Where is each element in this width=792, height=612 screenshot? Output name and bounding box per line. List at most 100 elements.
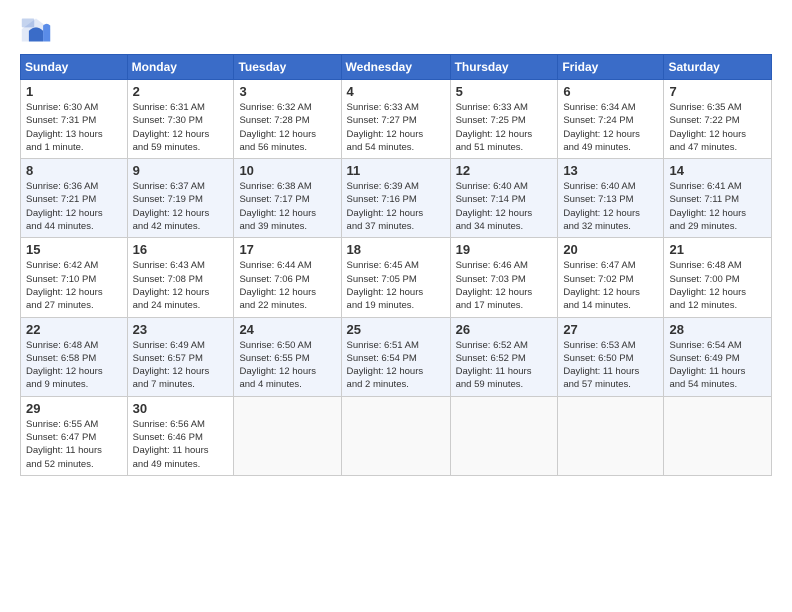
calendar-cell: 7 Sunrise: 6:35 AMSunset: 7:22 PMDaylight… bbox=[664, 80, 772, 159]
calendar-table: SundayMondayTuesdayWednesdayThursdayFrid… bbox=[20, 54, 772, 476]
day-number: 4 bbox=[347, 84, 445, 99]
calendar-cell: 20 Sunrise: 6:47 AMSunset: 7:02 PMDayligh… bbox=[558, 238, 664, 317]
day-number: 25 bbox=[347, 322, 445, 337]
day-info: Sunrise: 6:55 AMSunset: 6:47 PMDaylight:… bbox=[26, 418, 122, 471]
week-row-2: 8Sunrise: 6:36 AMSunset: 7:21 PMDaylight… bbox=[21, 159, 772, 238]
day-info: Sunrise: 6:46 AMSunset: 7:03 PMDaylight:… bbox=[456, 259, 553, 312]
calendar-cell: 19 Sunrise: 6:46 AMSunset: 7:03 PMDayligh… bbox=[450, 238, 558, 317]
day-info: Sunrise: 6:37 AMSunset: 7:19 PMDaylight:… bbox=[133, 180, 229, 233]
day-info: Sunrise: 6:50 AMSunset: 6:55 PMDaylight:… bbox=[239, 339, 335, 392]
day-info: Sunrise: 6:45 AMSunset: 7:05 PMDaylight:… bbox=[347, 259, 445, 312]
day-info: Sunrise: 6:53 AMSunset: 6:50 PMDaylight:… bbox=[563, 339, 658, 392]
weekday-header-friday: Friday bbox=[558, 55, 664, 80]
calendar-cell: 25 Sunrise: 6:51 AMSunset: 6:54 PMDayligh… bbox=[341, 317, 450, 396]
day-number: 28 bbox=[669, 322, 766, 337]
calendar-cell: 29 Sunrise: 6:55 AMSunset: 6:47 PMDayligh… bbox=[21, 396, 128, 475]
day-number: 22 bbox=[26, 322, 122, 337]
day-info: Sunrise: 6:48 AMSunset: 7:00 PMDaylight:… bbox=[669, 259, 766, 312]
calendar-cell: 28Sunrise: 6:54 AMSunset: 6:49 PMDayligh… bbox=[664, 317, 772, 396]
weekday-header-wednesday: Wednesday bbox=[341, 55, 450, 80]
day-info: Sunrise: 6:48 AMSunset: 6:58 PMDaylight:… bbox=[26, 339, 122, 392]
calendar-cell: 11Sunrise: 6:39 AMSunset: 7:16 PMDayligh… bbox=[341, 159, 450, 238]
calendar-cell: 30Sunrise: 6:56 AMSunset: 6:46 PMDayligh… bbox=[127, 396, 234, 475]
day-info: Sunrise: 6:41 AMSunset: 7:11 PMDaylight:… bbox=[669, 180, 766, 233]
day-number: 26 bbox=[456, 322, 553, 337]
day-number: 9 bbox=[133, 163, 229, 178]
day-info: Sunrise: 6:33 AMSunset: 7:27 PMDaylight:… bbox=[347, 101, 445, 154]
calendar-cell: 26 Sunrise: 6:52 AMSunset: 6:52 PMDayligh… bbox=[450, 317, 558, 396]
day-number: 30 bbox=[133, 401, 229, 416]
day-info: Sunrise: 6:31 AMSunset: 7:30 PMDaylight:… bbox=[133, 101, 229, 154]
calendar-cell: 24 Sunrise: 6:50 AMSunset: 6:55 PMDayligh… bbox=[234, 317, 341, 396]
day-number: 8 bbox=[26, 163, 122, 178]
day-number: 2 bbox=[133, 84, 229, 99]
week-row-5: 29 Sunrise: 6:55 AMSunset: 6:47 PMDayligh… bbox=[21, 396, 772, 475]
calendar-cell bbox=[234, 396, 341, 475]
day-number: 16 bbox=[133, 242, 229, 257]
calendar-cell: 3 Sunrise: 6:32 AMSunset: 7:28 PMDaylight… bbox=[234, 80, 341, 159]
weekday-header-thursday: Thursday bbox=[450, 55, 558, 80]
day-info: Sunrise: 6:38 AMSunset: 7:17 PMDaylight:… bbox=[239, 180, 335, 233]
calendar-cell: 4 Sunrise: 6:33 AMSunset: 7:27 PMDaylight… bbox=[341, 80, 450, 159]
logo-icon bbox=[20, 16, 52, 44]
day-number: 17 bbox=[239, 242, 335, 257]
day-number: 7 bbox=[669, 84, 766, 99]
calendar-cell bbox=[450, 396, 558, 475]
calendar-cell: 1 Sunrise: 6:30 AMSunset: 7:31 PMDaylight… bbox=[21, 80, 128, 159]
calendar-cell: 9 Sunrise: 6:37 AMSunset: 7:19 PMDaylight… bbox=[127, 159, 234, 238]
day-number: 14 bbox=[669, 163, 766, 178]
calendar-cell: 12 Sunrise: 6:40 AMSunset: 7:14 PMDayligh… bbox=[450, 159, 558, 238]
day-info: Sunrise: 6:52 AMSunset: 6:52 PMDaylight:… bbox=[456, 339, 553, 392]
day-number: 19 bbox=[456, 242, 553, 257]
day-info: Sunrise: 6:42 AMSunset: 7:10 PMDaylight:… bbox=[26, 259, 122, 312]
day-info: Sunrise: 6:40 AMSunset: 7:13 PMDaylight:… bbox=[563, 180, 658, 233]
weekday-header-sunday: Sunday bbox=[21, 55, 128, 80]
day-number: 13 bbox=[563, 163, 658, 178]
calendar-cell: 13 Sunrise: 6:40 AMSunset: 7:13 PMDayligh… bbox=[558, 159, 664, 238]
weekday-header-tuesday: Tuesday bbox=[234, 55, 341, 80]
day-number: 3 bbox=[239, 84, 335, 99]
calendar-cell: 8Sunrise: 6:36 AMSunset: 7:21 PMDaylight… bbox=[21, 159, 128, 238]
calendar-cell: 21Sunrise: 6:48 AMSunset: 7:00 PMDayligh… bbox=[664, 238, 772, 317]
day-info: Sunrise: 6:43 AMSunset: 7:08 PMDaylight:… bbox=[133, 259, 229, 312]
calendar-cell bbox=[664, 396, 772, 475]
calendar-cell: 15Sunrise: 6:42 AMSunset: 7:10 PMDayligh… bbox=[21, 238, 128, 317]
week-row-1: 1 Sunrise: 6:30 AMSunset: 7:31 PMDaylight… bbox=[21, 80, 772, 159]
logo bbox=[20, 16, 56, 44]
day-info: Sunrise: 6:33 AMSunset: 7:25 PMDaylight:… bbox=[456, 101, 553, 154]
calendar-cell bbox=[558, 396, 664, 475]
page: SundayMondayTuesdayWednesdayThursdayFrid… bbox=[0, 0, 792, 612]
calendar-cell: 10Sunrise: 6:38 AMSunset: 7:17 PMDayligh… bbox=[234, 159, 341, 238]
weekday-header-saturday: Saturday bbox=[664, 55, 772, 80]
day-number: 27 bbox=[563, 322, 658, 337]
day-info: Sunrise: 6:47 AMSunset: 7:02 PMDaylight:… bbox=[563, 259, 658, 312]
day-number: 20 bbox=[563, 242, 658, 257]
day-number: 1 bbox=[26, 84, 122, 99]
calendar-cell: 16 Sunrise: 6:43 AMSunset: 7:08 PMDayligh… bbox=[127, 238, 234, 317]
calendar-cell: 22 Sunrise: 6:48 AMSunset: 6:58 PMDayligh… bbox=[21, 317, 128, 396]
day-number: 29 bbox=[26, 401, 122, 416]
day-info: Sunrise: 6:34 AMSunset: 7:24 PMDaylight:… bbox=[563, 101, 658, 154]
week-row-3: 15Sunrise: 6:42 AMSunset: 7:10 PMDayligh… bbox=[21, 238, 772, 317]
day-number: 24 bbox=[239, 322, 335, 337]
day-info: Sunrise: 6:39 AMSunset: 7:16 PMDaylight:… bbox=[347, 180, 445, 233]
calendar-cell: 23Sunrise: 6:49 AMSunset: 6:57 PMDayligh… bbox=[127, 317, 234, 396]
week-row-4: 22 Sunrise: 6:48 AMSunset: 6:58 PMDayligh… bbox=[21, 317, 772, 396]
day-info: Sunrise: 6:35 AMSunset: 7:22 PMDaylight:… bbox=[669, 101, 766, 154]
day-info: Sunrise: 6:51 AMSunset: 6:54 PMDaylight:… bbox=[347, 339, 445, 392]
weekday-header-monday: Monday bbox=[127, 55, 234, 80]
weekday-header-row: SundayMondayTuesdayWednesdayThursdayFrid… bbox=[21, 55, 772, 80]
day-number: 18 bbox=[347, 242, 445, 257]
header bbox=[20, 16, 772, 44]
day-info: Sunrise: 6:32 AMSunset: 7:28 PMDaylight:… bbox=[239, 101, 335, 154]
day-number: 23 bbox=[133, 322, 229, 337]
day-info: Sunrise: 6:40 AMSunset: 7:14 PMDaylight:… bbox=[456, 180, 553, 233]
calendar-cell: 14 Sunrise: 6:41 AMSunset: 7:11 PMDayligh… bbox=[664, 159, 772, 238]
day-number: 6 bbox=[563, 84, 658, 99]
calendar-cell: 18 Sunrise: 6:45 AMSunset: 7:05 PMDayligh… bbox=[341, 238, 450, 317]
day-info: Sunrise: 6:44 AMSunset: 7:06 PMDaylight:… bbox=[239, 259, 335, 312]
day-info: Sunrise: 6:30 AMSunset: 7:31 PMDaylight:… bbox=[26, 101, 122, 154]
calendar-cell: 5Sunrise: 6:33 AMSunset: 7:25 PMDaylight… bbox=[450, 80, 558, 159]
calendar-cell: 27 Sunrise: 6:53 AMSunset: 6:50 PMDayligh… bbox=[558, 317, 664, 396]
day-number: 12 bbox=[456, 163, 553, 178]
